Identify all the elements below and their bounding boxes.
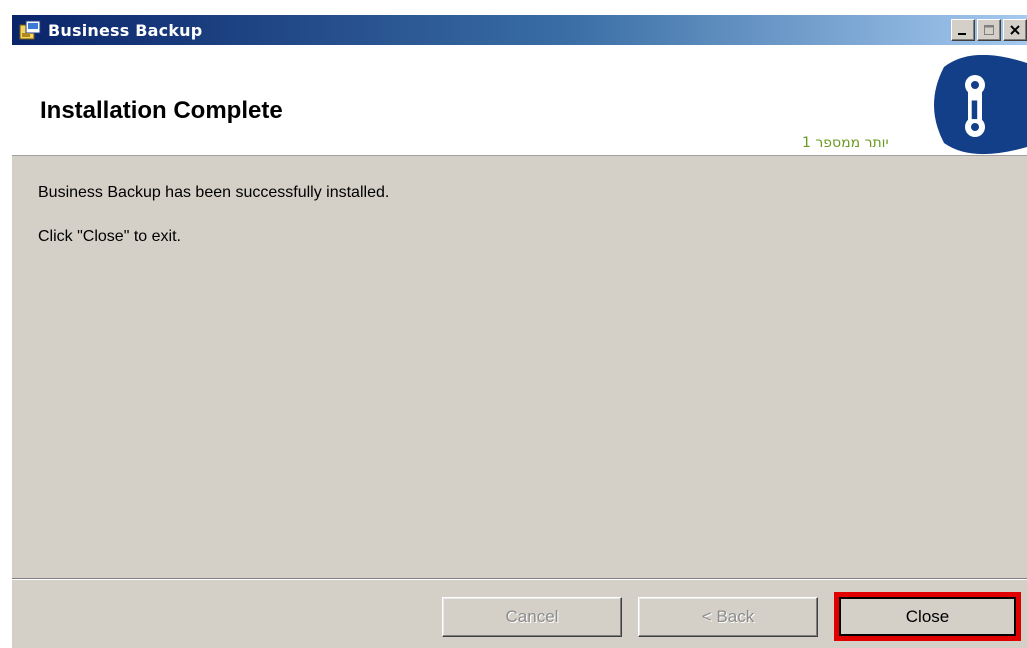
success-message: Business Backup has been successfully in…	[38, 184, 390, 201]
maximize-button[interactable]	[977, 19, 1001, 41]
window-controls	[949, 19, 1027, 41]
maximize-icon	[984, 25, 994, 35]
logo-brand-text: בזק בינלאומי	[934, 88, 1027, 128]
window-title: Business Backup	[48, 20, 203, 40]
minimize-button[interactable]	[951, 19, 975, 41]
page-title: Installation Complete	[40, 97, 283, 124]
header-banner: Installation Complete בזק בינלאומי יותר …	[12, 45, 1027, 156]
installer-app-icon	[18, 19, 42, 41]
back-button[interactable]: < Back	[638, 597, 818, 637]
company-logo: בזק בינלאומי יותר ממספר 1	[672, 54, 1027, 155]
close-icon	[1010, 25, 1020, 35]
installer-window: Business Backup Installation Complete לא…	[12, 15, 1027, 648]
footer-divider	[12, 578, 1027, 580]
title-bar[interactable]: Business Backup	[12, 15, 1027, 45]
close-button-label[interactable]: Close	[839, 597, 1016, 636]
close-button-highlighted[interactable]: Close	[834, 592, 1021, 641]
logo-tagline-text: יותר ממספר 1	[802, 135, 889, 151]
close-window-button[interactable]	[1003, 19, 1027, 41]
cancel-button[interactable]: Cancel	[442, 597, 622, 637]
instruction-message: Click "Close" to exit.	[38, 228, 181, 245]
minimize-icon	[958, 33, 966, 35]
